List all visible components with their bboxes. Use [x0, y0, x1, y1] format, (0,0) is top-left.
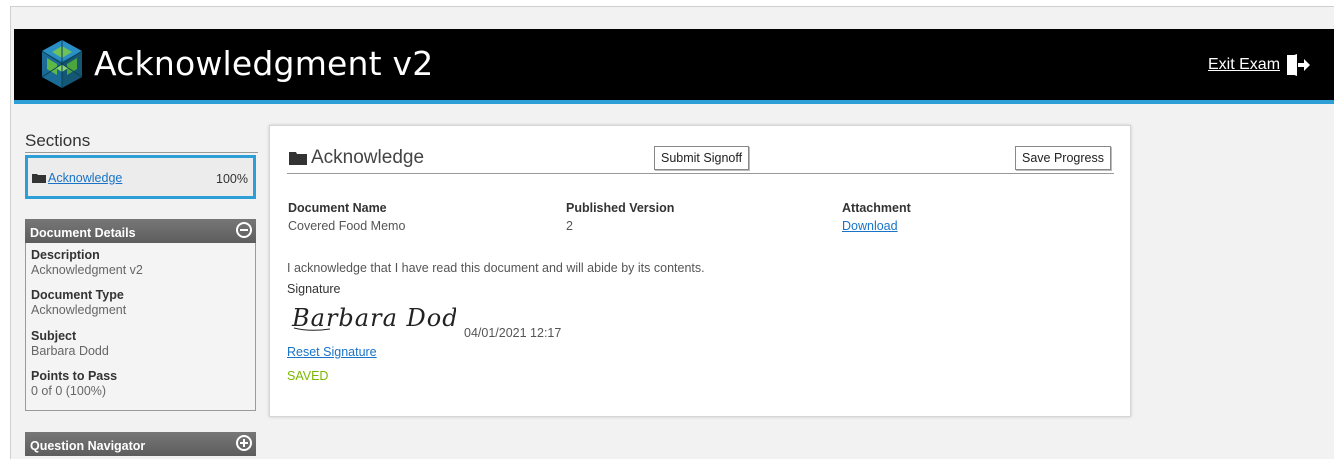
folder-icon [32, 174, 46, 183]
document-name-value: Covered Food Memo [288, 219, 406, 233]
reset-signature-link[interactable]: Reset Signature [287, 345, 377, 359]
app-title: Acknowledgment v2 [94, 44, 434, 83]
document-details-title: Document Details [30, 226, 136, 240]
question-navigator-header[interactable]: Question Navigator [25, 432, 256, 456]
acknowledgement-text: I acknowledge that I have read this docu… [287, 261, 705, 275]
document-type-label: Document Type [31, 288, 124, 302]
published-version-value: 2 [566, 219, 573, 233]
exit-exam-link[interactable]: Exit Exam [1208, 56, 1280, 74]
signature-image: Barbara Dodd [291, 304, 456, 332]
card-divider [287, 173, 1114, 174]
document-details-header[interactable]: Document Details [25, 219, 256, 243]
attachment-header: Attachment [842, 201, 911, 215]
submit-signoff-button[interactable]: Submit Signoff [654, 146, 750, 170]
saved-status: SAVED [287, 369, 329, 383]
points-to-pass-value: 0 of 0 (100%) [31, 384, 107, 398]
section-title: Acknowledge [311, 147, 425, 168]
header-accent-line [14, 100, 1334, 104]
collapse-minus-icon[interactable] [236, 222, 252, 238]
points-to-pass-label: Points to Pass [31, 369, 118, 383]
section-link-acknowledge[interactable]: Acknowledge [48, 171, 122, 185]
expand-plus-icon[interactable] [236, 435, 252, 451]
signature-date: 04/01/2021 12:17 [464, 326, 562, 340]
description-label: Description [31, 248, 100, 262]
cube-logo-icon [41, 40, 83, 88]
signature-text: Barbara Dodd [291, 304, 456, 332]
description-value: Acknowledgment v2 [31, 263, 143, 277]
question-navigator-title: Question Navigator [30, 439, 146, 453]
subject-label: Subject [31, 329, 77, 343]
download-link[interactable]: Download [842, 219, 898, 233]
folder-icon [289, 152, 307, 165]
document-name-header: Document Name [288, 201, 387, 215]
section-percent: 100% [216, 172, 248, 186]
sections-divider [25, 152, 258, 153]
signature-label: Signature [287, 282, 341, 296]
published-version-header: Published Version [566, 201, 675, 215]
save-progress-button[interactable]: Save Progress [1015, 146, 1111, 170]
subject-value: Barbara Dodd [31, 344, 109, 358]
sections-heading: Sections [25, 131, 91, 150]
document-type-value: Acknowledgment [31, 303, 127, 317]
exit-door-icon[interactable] [1285, 53, 1311, 77]
